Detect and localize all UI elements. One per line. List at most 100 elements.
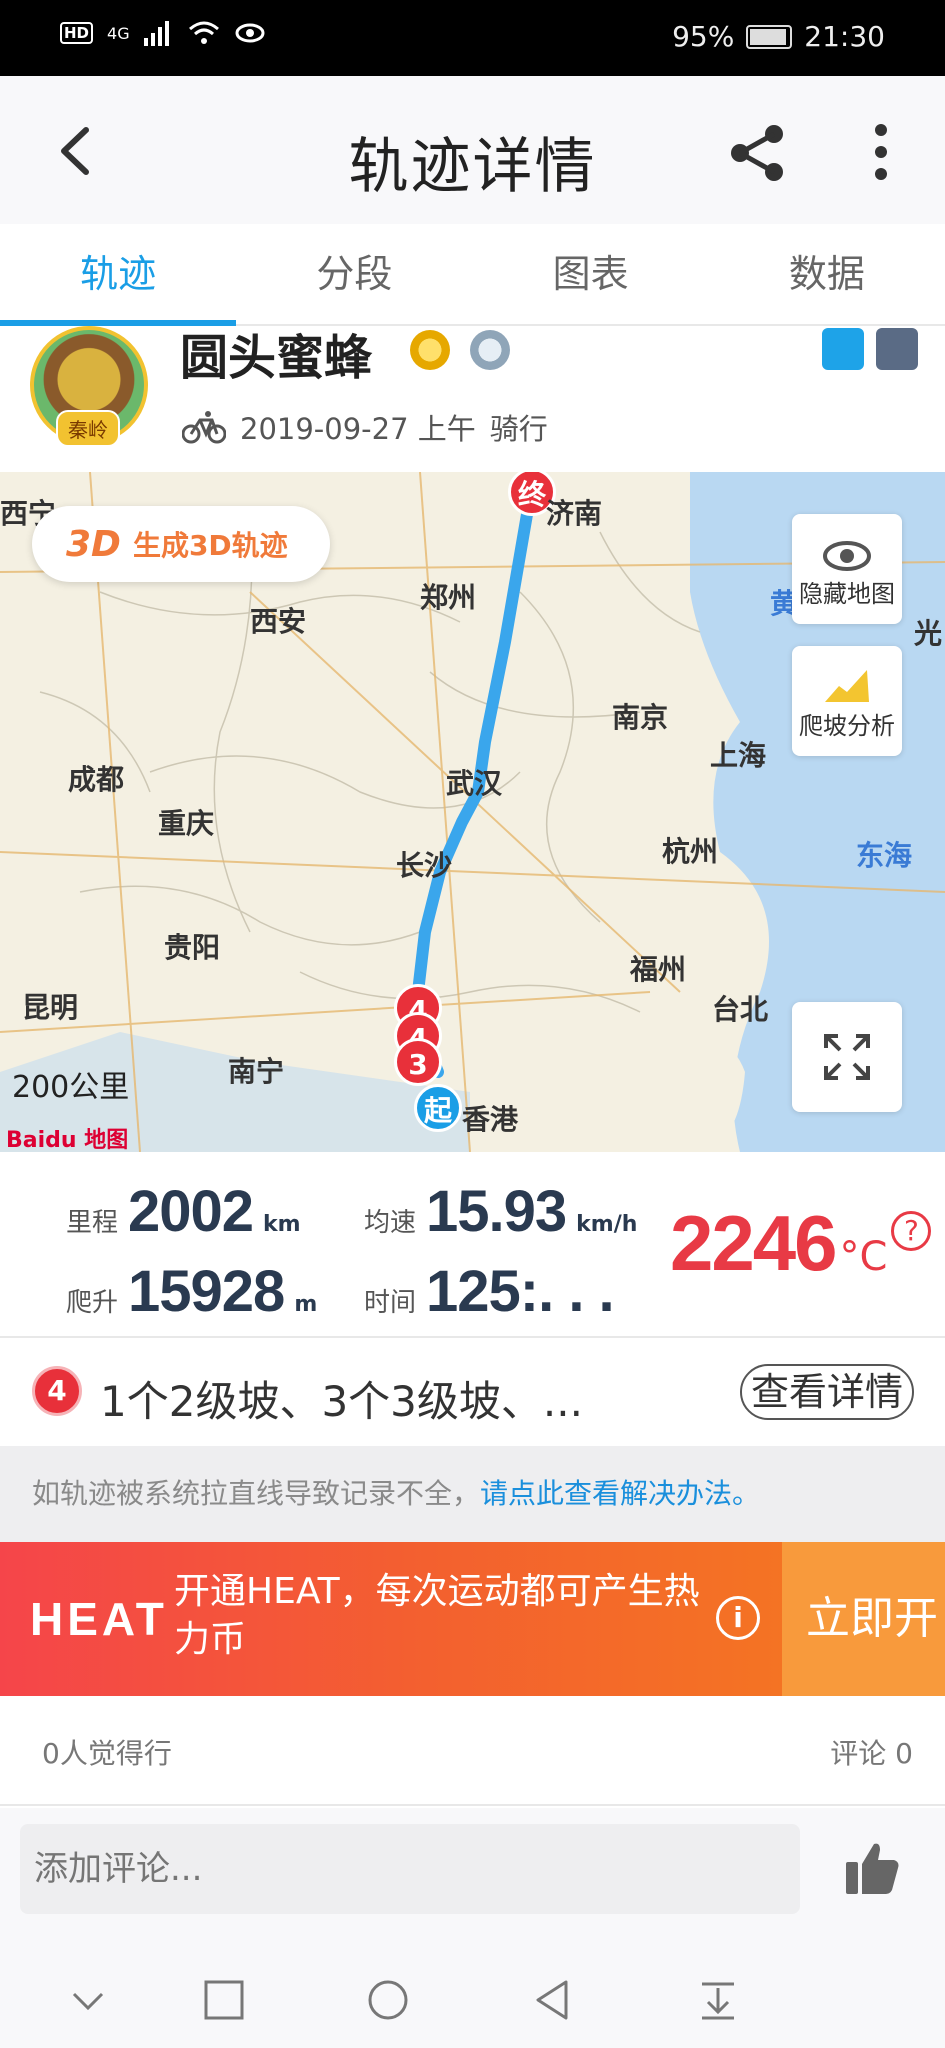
network-badge: 4G	[107, 23, 130, 43]
wifi-icon	[188, 21, 219, 44]
stat-time: 时间 125:. . .	[364, 1258, 615, 1325]
map-city-label: 济南	[546, 497, 603, 530]
map-city-label: 郑州	[420, 581, 477, 614]
stats-panel: 里程 2002 km 均速 15.93 km/h 爬升 15928 m 时间 1…	[0, 1152, 945, 1338]
sync-icon[interactable]	[822, 328, 864, 370]
tab-segments[interactable]: 分段	[236, 224, 472, 324]
stat-climb: 爬升 15928 m	[66, 1258, 317, 1325]
climb-count-badge: 4	[32, 1366, 82, 1416]
eye-icon	[792, 514, 902, 574]
start-marker[interactable]: 起	[414, 1084, 462, 1132]
flag-icon[interactable]	[876, 328, 918, 370]
stat-unit: km	[263, 1212, 301, 1237]
map-sea-label: 东海	[856, 839, 913, 872]
notification-pull-icon[interactable]	[696, 1978, 740, 2022]
map-city-label: 成都	[68, 763, 125, 796]
gold-medal-icon[interactable]	[410, 330, 450, 370]
stat-unit: km/h	[576, 1212, 638, 1237]
view-details-button[interactable]: 查看详情	[740, 1364, 914, 1420]
fullscreen-icon	[824, 1034, 870, 1080]
tab-track[interactable]: 轨迹	[0, 224, 237, 326]
map-scale: 200公里	[12, 1070, 130, 1105]
status-bar: HD 4G 95% 21:30	[0, 0, 945, 76]
battery-percent: 95%	[672, 20, 735, 53]
more-options-icon[interactable]	[866, 122, 896, 182]
stat-label: 时间	[364, 1288, 417, 1318]
page-title: 轨迹详情	[348, 132, 597, 202]
map-city-label: 南京	[612, 701, 669, 734]
map-city-label: 重庆	[158, 807, 215, 840]
generate-3d-track-button[interactable]: 3D 生成3D轨迹	[32, 506, 330, 582]
stat-value: 125:. . .	[426, 1259, 615, 1324]
heat-message: 开通HEAT，每次运动都可产生热力币	[174, 1571, 700, 1660]
map-city-label: 杭州	[662, 835, 719, 868]
stat-value: 15928	[128, 1259, 285, 1324]
map-city-label: 光	[914, 617, 943, 650]
track-notice: 如轨迹被系统拉直线导致记录不全，请点此查看解决办法。	[0, 1446, 945, 1542]
share-icon[interactable]	[728, 124, 786, 182]
climb-analysis-button[interactable]: 爬坡分析	[792, 646, 902, 756]
help-icon[interactable]: ?	[891, 1211, 932, 1251]
map-city-label: 长沙	[396, 849, 453, 882]
map-city-label: 武汉	[446, 767, 503, 800]
tab-charts[interactable]: 图表	[473, 224, 709, 324]
home-icon[interactable]	[366, 1978, 410, 2022]
climb-analysis-label: 爬坡分析	[799, 712, 895, 740]
stat-label: 均速	[364, 1208, 417, 1238]
info-icon[interactable]: i	[716, 1596, 760, 1640]
calories-value: 2246	[670, 1199, 838, 1287]
comments-count[interactable]: 评论 0	[830, 1732, 913, 1772]
notice-link[interactable]: 请点此查看解决办法。	[480, 1477, 760, 1510]
climb-summary-text: 1个2级坡、3个3级坡、...	[100, 1377, 583, 1426]
stat-distance: 里程 2002 km	[66, 1178, 301, 1245]
map-city-label: 南宁	[228, 1055, 285, 1088]
title-bar: 轨迹详情	[0, 76, 945, 224]
heat-promo-banner[interactable]: HEAT 开通HEAT，每次运动都可产生热力币 i 立即开	[0, 1542, 945, 1696]
bicycle-icon	[182, 411, 226, 444]
activity-datetime: 2019-09-27 上午	[240, 412, 476, 446]
heat-logo: HEAT	[30, 1593, 168, 1645]
social-row: 0人觉得行 评论 0	[0, 1696, 945, 1806]
map-city-label: 西安	[250, 605, 307, 638]
eye-comfort-icon	[235, 23, 265, 43]
tab-bar: 轨迹 分段 图表 数据	[0, 224, 945, 326]
calories-display: 2246 °C ?	[670, 1198, 932, 1289]
route-map[interactable]: 终 4 4 3 起 西宁 济南 郑州 西安 南京 上海 成都 武汉 重庆 杭州 …	[0, 472, 945, 1152]
hide-map-button[interactable]: 隐藏地图	[792, 514, 902, 624]
tab-data[interactable]: 数据	[709, 224, 945, 324]
system-nav-bar	[0, 1948, 945, 2048]
back-icon[interactable]	[530, 1978, 574, 2022]
stat-label: 爬升	[66, 1288, 119, 1318]
recents-icon[interactable]	[202, 1978, 246, 2022]
user-profile-row: 秦岭 圆头蜜蜂 2019-09-27 上午 骑行	[0, 326, 945, 472]
stat-value: 15.93	[426, 1179, 567, 1244]
baidu-map-logo: Baidu 地图	[6, 1128, 129, 1152]
hd-badge: HD	[60, 22, 94, 44]
thumbs-up-icon[interactable]	[842, 1838, 902, 1898]
activity-meta: 2019-09-27 上午 骑行	[182, 406, 548, 448]
map-city-label: 上海	[710, 739, 767, 772]
status-icons-right: 95% 21:30	[672, 20, 885, 53]
generate-3d-label: 生成3D轨迹	[132, 529, 288, 562]
stat-avg-speed: 均速 15.93 km/h	[364, 1178, 637, 1245]
avatar-tag: 秦岭	[56, 410, 120, 447]
comment-input[interactable]	[20, 1824, 800, 1914]
signal-icon	[143, 21, 169, 46]
chevron-down-icon[interactable]	[66, 1978, 110, 2022]
hide-map-label: 隐藏地图	[799, 580, 895, 608]
likes-count[interactable]: 0人觉得行	[42, 1732, 172, 1772]
clock: 21:30	[804, 20, 885, 53]
map-city-label: 福州	[630, 953, 687, 986]
activate-now-button[interactable]: 立即开	[782, 1542, 945, 1696]
comment-bar	[0, 1808, 945, 1948]
stat-label: 里程	[66, 1208, 119, 1238]
stat-unit: m	[294, 1292, 318, 1317]
climb-summary-row: 4 1个2级坡、3个3级坡、... 查看详情	[0, 1338, 945, 1446]
silver-medal-icon[interactable]	[470, 330, 510, 370]
segment-marker[interactable]: 3	[394, 1038, 442, 1086]
notice-text: 如轨迹被系统拉直线导致记录不全，	[32, 1477, 481, 1510]
battery-icon	[746, 24, 793, 49]
username[interactable]: 圆头蜜蜂	[180, 318, 372, 388]
map-city-label: 昆明	[22, 991, 79, 1024]
fullscreen-button[interactable]	[792, 1002, 902, 1112]
